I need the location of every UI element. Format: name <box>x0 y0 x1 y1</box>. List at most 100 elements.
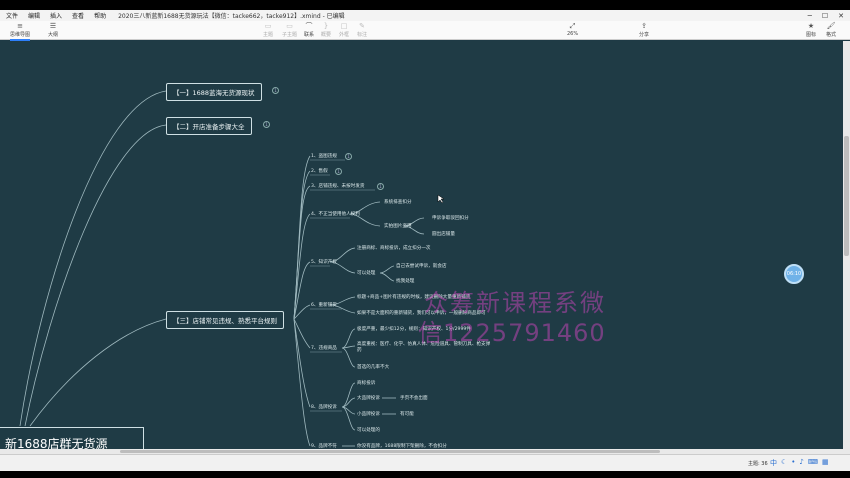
tab-outline-label: 大纲 <box>48 32 59 38</box>
node-n1[interactable]: 1、盗图违规 <box>311 153 337 159</box>
relation-button-label: 联系 <box>304 32 315 38</box>
icons-panel-button[interactable]: ★ 图标 <box>806 22 816 38</box>
node-n7[interactable]: 7、违规商品 <box>311 345 337 351</box>
horizontal-scroll-thumb[interactable] <box>120 450 660 453</box>
node-n5b1[interactable]: 自己去尝试申诉，就会店 <box>396 263 447 269</box>
node-n5[interactable]: 5、知识产权 <box>311 259 337 265</box>
connector-topic2 <box>24 124 167 427</box>
subtopic-button[interactable]: ▭ 子主题 <box>282 22 297 38</box>
node-n5a[interactable]: 注册商标、商标投诉，成立扣分一次 <box>357 245 431 251</box>
input-method-icon[interactable]: 中 <box>770 458 777 468</box>
collapse-badge-2[interactable]: 1 <box>263 121 270 128</box>
status-bar: 主题: 36 中 ☾ • ♪ ⌨ ▦ <box>0 454 850 471</box>
node-n8d[interactable]: 可以处理的 <box>357 427 380 433</box>
node-n8a[interactable]: 商标投诉 <box>357 380 375 386</box>
frame-icon: □ <box>340 22 348 30</box>
node-n4b[interactable]: 实拍图片盗用 <box>384 223 412 229</box>
menu-help[interactable]: 帮助 <box>94 11 106 20</box>
star-icon: ★ <box>807 22 815 30</box>
topic-button-label: 主题 <box>263 32 274 38</box>
maximize-icon[interactable]: ☐ <box>822 12 828 20</box>
node-n5b2[interactable]: 找我处理 <box>396 278 414 284</box>
node-n7c[interactable]: 首选的几率不大 <box>357 364 389 370</box>
frame-button[interactable]: □ 外框 <box>339 22 349 38</box>
menu-insert[interactable]: 插入 <box>50 11 62 20</box>
node-n8[interactable]: 8、品牌投诉 <box>311 404 337 410</box>
minimize-icon[interactable]: ─ <box>808 12 812 20</box>
topic-1688-status[interactable]: 【一】1688蓝海无货源现状 <box>166 83 262 101</box>
tab-outline[interactable]: ☰ 大纲 <box>48 22 58 38</box>
node-n6[interactable]: 6、重新铺货 <box>311 302 337 308</box>
node-n4b1[interactable]: 申诉争取驳回扣分 <box>432 215 469 221</box>
node-n4[interactable]: 4、不正当使用他人权利 <box>311 211 360 217</box>
note-button[interactable]: ✎ 标注 <box>357 22 367 38</box>
frame-button-label: 外框 <box>339 32 350 38</box>
relation-icon: ⌒ <box>305 22 313 30</box>
xmind-window: 文件 编辑 插入 查看 帮助 2020三八新蓝新1688无货源玩法【微信：tac… <box>0 0 850 478</box>
share-button-label: 分享 <box>639 32 650 38</box>
format-panel-button[interactable]: 🖌 格式 <box>826 22 836 38</box>
node-n4a[interactable]: 系统排查扣分 <box>384 199 412 205</box>
collapse-badge-1[interactable]: 1 <box>272 87 279 94</box>
vertical-scrollbar[interactable] <box>843 41 850 454</box>
collapse-badge-3[interactable]: 1 <box>345 153 352 160</box>
topic-shop-rules[interactable]: 【三】店铺常见违规、熟悉平台规则 <box>166 311 284 329</box>
mindmap-canvas[interactable]: 【一】1688蓝海无货源现状 1 【二】开店准备步骤大全 1 【三】店铺常见违规… <box>0 41 850 454</box>
summary-button[interactable]: } 概要 <box>321 22 331 38</box>
moon-icon[interactable]: ☾ <box>781 458 787 468</box>
summary-button-label: 概要 <box>321 32 332 38</box>
top-black-bar <box>0 0 850 10</box>
zoom-button[interactable]: ⤢ 26% <box>567 22 578 37</box>
subtopic-button-label: 子主题 <box>282 32 298 38</box>
dot-icon[interactable]: • <box>791 458 795 468</box>
format-panel-label: 格式 <box>826 32 837 38</box>
node-n3[interactable]: 3、店铺违规、未按时发货 <box>311 183 364 189</box>
close-icon[interactable]: ✕ <box>838 12 844 20</box>
relation-button[interactable]: ⌒ 联系 <box>304 22 314 38</box>
connector-n4 <box>293 213 311 320</box>
node-n8b[interactable]: 大品牌投诉 <box>357 395 380 401</box>
topic-shop-prep[interactable]: 【二】开店准备步骤大全 <box>166 117 252 135</box>
menu-view[interactable]: 查看 <box>72 11 84 20</box>
collapse-badge-5[interactable]: 1 <box>377 183 384 190</box>
mic-icon[interactable]: ♪ <box>799 458 803 468</box>
collapse-badge-4[interactable]: 1 <box>335 168 342 175</box>
topic-count: 主题: 36 <box>748 461 768 467</box>
system-tray: 中 ☾ • ♪ ⌨ ▦ <box>770 458 829 468</box>
grid-icon[interactable]: ▦ <box>822 458 829 468</box>
note-icon: ✎ <box>359 22 365 30</box>
timer-bubble[interactable]: 06:10 <box>784 264 804 284</box>
connector-topic1 <box>19 90 167 427</box>
menu-edit[interactable]: 编辑 <box>28 11 40 20</box>
vertical-scroll-thumb[interactable] <box>844 136 849 256</box>
zoom-fit-icon: ⤢ <box>569 22 576 30</box>
node-n8c[interactable]: 小品牌投诉 <box>357 411 380 417</box>
node-n2[interactable]: 2、售假 <box>311 168 328 174</box>
connector-topic3 <box>29 318 167 427</box>
window-controls: ─ ☐ ✕ <box>808 10 844 21</box>
node-n5b[interactable]: 可以处理 <box>357 270 375 276</box>
connector-n8 <box>293 318 311 408</box>
mindmap-icon: ≡ <box>17 22 23 30</box>
bottom-black-bar <box>0 471 850 478</box>
share-icon: ⇪ <box>641 22 647 30</box>
tab-mindmap[interactable]: ≡ 思维导图 <box>10 22 31 41</box>
topic-icon: ▭ <box>264 22 272 30</box>
note-button-label: 标注 <box>357 32 368 38</box>
mouse-cursor-icon <box>437 194 445 204</box>
tab-mindmap-label: 思维导图 <box>10 32 31 38</box>
subtopic-icon: ▭ <box>286 22 293 30</box>
keyboard-icon[interactable]: ⌨ <box>808 458 818 468</box>
zoom-level: 26% <box>567 31 579 37</box>
node-n8b1[interactable]: 手页不会出面 <box>400 395 428 401</box>
window-title: 2020三八新蓝新1688无货源玩法【微信：tacke662，tacke912】… <box>118 13 345 20</box>
node-n8c1[interactable]: 有可能 <box>400 411 414 417</box>
share-button[interactable]: ⇪ 分享 <box>639 22 649 38</box>
menu-bar: 文件 编辑 插入 查看 帮助 2020三八新蓝新1688无货源玩法【微信：tac… <box>0 10 850 21</box>
watermark-line2: 信1225791460 <box>418 319 606 347</box>
node-n4b2[interactable]: 圆出店铺量 <box>432 231 455 237</box>
brush-icon: 🖌 <box>826 22 836 30</box>
outline-icon: ☰ <box>49 22 57 30</box>
menu-file[interactable]: 文件 <box>6 11 18 20</box>
topic-button[interactable]: ▭ 主题 <box>263 22 273 38</box>
